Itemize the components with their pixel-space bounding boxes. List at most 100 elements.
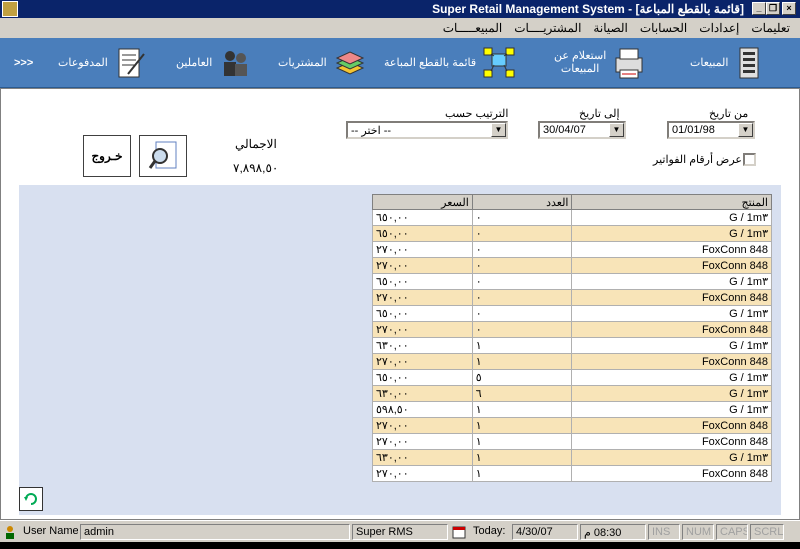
table-row[interactable]: ٦٥٠,٠٠ ٠ G / 1m٣ xyxy=(372,273,772,290)
document-edit-icon xyxy=(118,48,145,78)
cell-qty: ١ xyxy=(471,449,573,466)
preview-button[interactable] xyxy=(139,135,187,177)
from-date-picker[interactable]: 01/01/98 ▼ xyxy=(667,121,755,139)
app-icon[interactable] xyxy=(2,1,18,17)
cell-price: ٢٧٠,٠٠ xyxy=(372,465,473,482)
table-row[interactable]: ٦٣٠,٠٠ ١ G / 1m٣ xyxy=(372,449,772,466)
cash-register-icon xyxy=(739,47,759,79)
cell-qty: ٠ xyxy=(471,225,573,242)
table-row[interactable]: ٦٣٠,٠٠ ١ G / 1m٣ xyxy=(372,337,772,354)
cell-qty: ٦ xyxy=(471,385,573,402)
cell-product: FoxConn 848 xyxy=(571,433,772,450)
printer-icon xyxy=(615,48,643,79)
refresh-button[interactable] xyxy=(19,487,43,511)
toolbar-sold-parts-label: قائمة بالقطع المباعة xyxy=(384,56,477,69)
table-row[interactable]: ٢٧٠,٠٠ ٠ FoxConn 848 xyxy=(372,241,772,258)
table-row[interactable]: ٢٧٠,٠٠ ٠ FoxConn 848 xyxy=(372,289,772,306)
table-row[interactable]: ٥٩٨,٥٠ ١ G / 1m٣ xyxy=(372,401,772,418)
cell-price: ٦٣٠,٠٠ xyxy=(372,449,473,466)
cell-qty: ١ xyxy=(471,353,573,370)
results-panel: السعر العدد المنتج ٦٥٠,٠٠ ٠ G / 1m٣ ٦٥٠,٠٠ ٠… xyxy=(19,185,781,515)
table-header-row: السعر العدد المنتج xyxy=(372,194,772,210)
cell-product: G / 1m٣ xyxy=(571,209,772,226)
table-row[interactable]: ٢٧٠,٠٠ ٠ FoxConn 848 xyxy=(372,257,772,274)
sold-parts-table: السعر العدد المنتج ٦٥٠,٠٠ ٠ G / 1m٣ ٦٥٠,٠٠ ٠… xyxy=(372,194,772,482)
toolbar-purchases-button[interactable]: المشتريات xyxy=(278,44,367,82)
chevron-down-icon[interactable]: ▼ xyxy=(738,123,753,137)
taskbar-strip xyxy=(0,542,800,549)
cell-product: FoxConn 848 xyxy=(571,241,772,258)
menu-settings[interactable]: إعدادات xyxy=(699,21,739,35)
exit-button-label: خـروج xyxy=(91,149,123,163)
menu-bar: المبيعـــــات المشتريــــات الصيانة الحس… xyxy=(0,18,800,38)
cell-price: ٢٧٠,٠٠ xyxy=(372,289,473,306)
cell-qty: ٠ xyxy=(471,241,573,258)
cell-qty: ٠ xyxy=(471,257,573,274)
close-icon[interactable]: × xyxy=(782,2,796,15)
table-row[interactable]: ٢٧٠,٠٠ ١ FoxConn 848 xyxy=(372,417,772,434)
toolbar-more-button[interactable]: >>> xyxy=(14,44,33,82)
total-label: الاجمالي xyxy=(235,137,277,151)
cell-product: FoxConn 848 xyxy=(571,321,772,338)
cell-price: ٢٧٠,٠٠ xyxy=(372,353,473,370)
toolbar-payments-button[interactable]: المدفوعات xyxy=(58,44,148,82)
toolbar-sold-parts-button[interactable]: قائمة بالقطع المباعة xyxy=(384,44,516,82)
table-row[interactable]: ٦٥٠,٠٠ ٠ G / 1m٣ xyxy=(372,305,772,322)
cell-price: ٢٧٠,٠٠ xyxy=(372,257,473,274)
toolbar-query-label-1: استعلام عن xyxy=(554,50,607,62)
users-icon xyxy=(224,51,248,76)
table-row[interactable]: ٦٣٠,٠٠ ٦ G / 1m٣ xyxy=(372,385,772,402)
table-row[interactable]: ٦٥٠,٠٠ ٠ G / 1m٣ xyxy=(372,225,772,242)
show-invoices-label: عرض أرقام الفواتير xyxy=(653,154,742,166)
menu-maintenance[interactable]: الصيانة xyxy=(593,21,627,35)
cell-qty: ٠ xyxy=(471,321,573,338)
cell-qty: ٠ xyxy=(471,273,573,290)
column-header-qty[interactable]: العدد xyxy=(471,194,573,210)
status-caps: CAPS xyxy=(716,524,748,540)
magnifier-icon xyxy=(148,141,177,169)
minimize-icon[interactable]: _ xyxy=(752,2,766,15)
toolbar: المبيعات استعلام عن المبيعات قائمة بالقط… xyxy=(0,38,800,88)
status-time: 08:30 م xyxy=(580,524,646,540)
cell-product: G / 1m٣ xyxy=(571,449,772,466)
toolbar-workers-label: العاملين xyxy=(176,56,213,69)
table-row[interactable]: ٦٥٠,٠٠ ٠ G / 1m٣ xyxy=(372,209,772,226)
cell-price: ٦٥٠,٠٠ xyxy=(372,225,473,242)
table-row[interactable]: ٢٧٠,٠٠ ١ FoxConn 848 xyxy=(372,353,772,370)
cell-price: ٦٥٠,٠٠ xyxy=(372,273,473,290)
cell-product: FoxConn 848 xyxy=(571,353,772,370)
cell-qty: ١ xyxy=(471,401,573,418)
show-invoices-checkbox[interactable] xyxy=(743,153,756,166)
chevron-down-icon[interactable]: ▼ xyxy=(609,123,624,137)
column-header-product[interactable]: المنتج xyxy=(571,194,772,210)
toolbar-query-sales-button[interactable]: استعلام عن المبيعات xyxy=(554,44,646,82)
restore-icon[interactable]: ❐ xyxy=(766,2,780,15)
status-today-label: Today: xyxy=(473,525,506,537)
table-row[interactable]: ٢٧٠,٠٠ ١ FoxConn 848 xyxy=(372,465,772,482)
exit-button[interactable]: خـروج xyxy=(83,135,131,177)
table-row[interactable]: ٢٧٠,٠٠ ١ FoxConn 848 xyxy=(372,433,772,450)
to-date-picker[interactable]: 30/04/07 ▼ xyxy=(538,121,626,139)
column-header-price[interactable]: السعر xyxy=(372,194,473,210)
toolbar-sales-label: المبيعات xyxy=(690,56,729,69)
cell-product: G / 1m٣ xyxy=(571,225,772,242)
cell-price: ٦٥٠,٠٠ xyxy=(372,369,473,386)
menu-sales[interactable]: المبيعـــــات xyxy=(443,21,503,35)
table-row[interactable]: ٦٥٠,٠٠ ٥ G / 1m٣ xyxy=(372,369,772,386)
chevron-down-icon[interactable]: ▼ xyxy=(491,123,506,137)
cell-price: ٦٣٠,٠٠ xyxy=(372,337,473,354)
table-row[interactable]: ٢٧٠,٠٠ ٠ FoxConn 848 xyxy=(372,321,772,338)
toolbar-query-label-2: المبيعات xyxy=(560,63,600,75)
toolbar-workers-button[interactable]: العاملين xyxy=(176,44,252,82)
refresh-icon xyxy=(24,493,37,505)
sort-by-select[interactable]: -- اختر -- ▼ xyxy=(346,121,508,139)
status-app-name: Super RMS xyxy=(352,524,448,540)
menu-purchases[interactable]: المشتريــــات xyxy=(514,21,581,35)
calendar-icon xyxy=(452,526,466,539)
menu-help[interactable]: تعليمات xyxy=(751,21,790,35)
menu-accounts[interactable]: الحسابات xyxy=(640,21,687,35)
cell-product: FoxConn 848 xyxy=(571,289,772,306)
toolbar-sales-button[interactable]: المبيعات xyxy=(690,44,764,82)
toolbar-purchases-label: المشتريات xyxy=(278,56,327,69)
window-title: Super Retail Management System - [قائمة … xyxy=(432,2,744,16)
